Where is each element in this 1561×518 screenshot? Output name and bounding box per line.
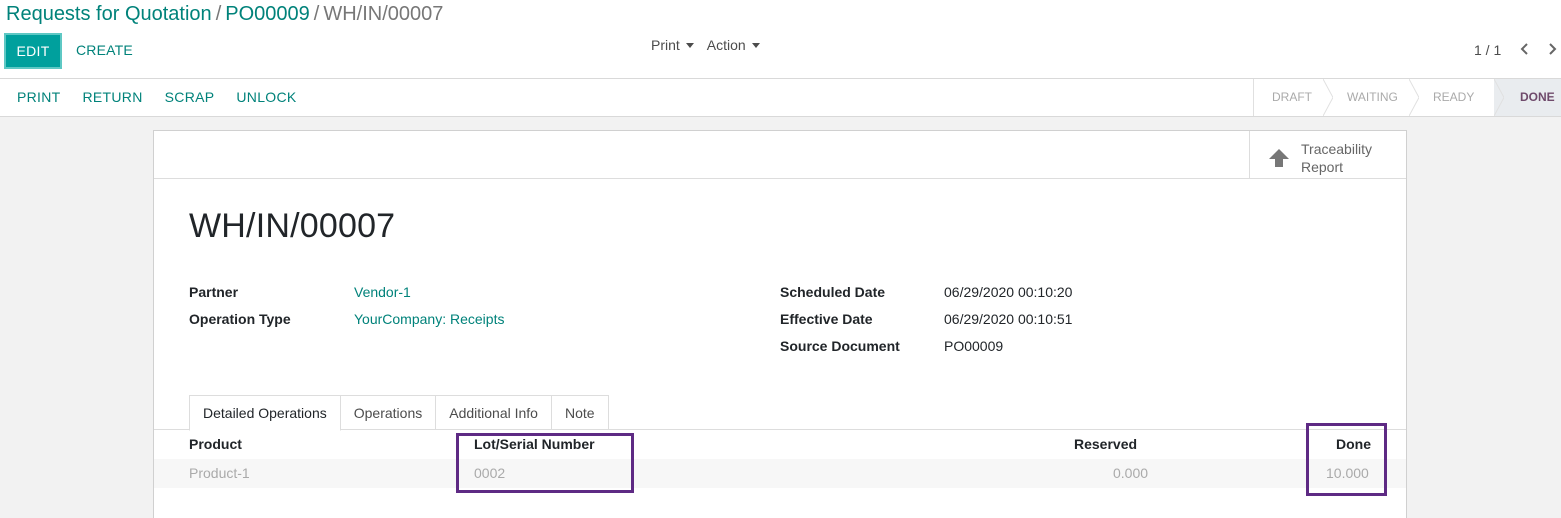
highlight-box-done: [1306, 423, 1387, 496]
statusbar: PRINT RETURN SCRAP UNLOCK DRAFT WAITING REA…: [0, 79, 1561, 117]
cell-reserved: 0.000: [1113, 465, 1149, 481]
print-button[interactable]: PRINT: [17, 89, 61, 105]
stage-bar: DRAFT WAITING READY DONE: [1253, 79, 1561, 116]
chevron-left-icon: [1520, 43, 1528, 55]
breadcrumb-current: WH/IN/00007: [323, 3, 444, 25]
partner-value[interactable]: Vendor-1: [354, 284, 411, 300]
breadcrumb: Requests for Quotation / PO00009/WH/IN/000…: [6, 3, 443, 26]
stage-label: WAITING: [1347, 90, 1398, 104]
tab-detailed-operations[interactable]: Detailed Operations: [189, 395, 341, 431]
stage-ready[interactable]: READY: [1409, 79, 1504, 116]
pager-previous-button[interactable]: [1518, 40, 1532, 58]
breadcrumb-item-rfq[interactable]: Requests for Quotation: [6, 3, 212, 25]
stage-label: DRAFT: [1272, 90, 1312, 104]
stage-done[interactable]: DONE: [1494, 79, 1561, 116]
notebook-tabs: Detailed Operations Operations Additiona…: [189, 395, 609, 431]
cell-product: Product-1: [189, 465, 250, 481]
stage-label: READY: [1433, 90, 1475, 104]
record-title: WH/IN/00007: [189, 207, 396, 245]
scheduled-date-value: 06/29/2020 00:10:20: [944, 284, 1073, 300]
table-row[interactable]: Product-1 0002 0.000 10.000: [154, 459, 1406, 488]
sidebar-menus: Print Action: [651, 37, 773, 53]
edit-button[interactable]: EDIT: [4, 33, 62, 69]
print-menu[interactable]: Print: [651, 37, 694, 53]
operation-type-value[interactable]: YourCompany: Receipts: [354, 311, 504, 327]
effective-date-value: 06/29/2020 00:10:51: [944, 311, 1073, 327]
scrap-button[interactable]: SCRAP: [165, 89, 215, 105]
return-button[interactable]: RETURN: [83, 89, 143, 105]
tab-additional-info[interactable]: Additional Info: [436, 395, 552, 430]
stage-label: DONE: [1520, 90, 1555, 104]
chevron-separator-icon: [1494, 79, 1504, 116]
table-header: Product Lot/Serial Number Reserved Done: [154, 430, 1406, 459]
traceability-label-line2: Report: [1301, 159, 1344, 175]
traceability-label-line1: Traceability: [1301, 141, 1373, 157]
breadcrumb-separator: /: [313, 3, 320, 25]
action-menu-label: Action: [706, 37, 746, 53]
breadcrumb-separator: /: [215, 3, 222, 25]
action-menu[interactable]: Action: [707, 37, 760, 53]
button-box: Traceability Report: [154, 131, 1406, 179]
traceability-report-button[interactable]: Traceability Report: [1249, 131, 1406, 179]
column-header-product[interactable]: Product: [189, 436, 242, 452]
arrow-up-icon: [1269, 149, 1289, 167]
column-header-reserved[interactable]: Reserved: [1074, 436, 1137, 452]
partner-label: Partner: [189, 284, 239, 300]
pager-value[interactable]: 1 / 1: [1474, 42, 1501, 58]
statusbar-buttons: PRINT RETURN SCRAP UNLOCK: [17, 89, 319, 105]
chevron-separator-icon: [1409, 79, 1419, 116]
caret-down-icon: [751, 42, 760, 48]
unlock-button[interactable]: UNLOCK: [236, 89, 296, 105]
form-sheet: Traceability Report WH/IN/00007 Partner …: [153, 130, 1407, 518]
effective-date-label: Effective Date: [780, 311, 873, 327]
create-button[interactable]: CREATE: [76, 42, 133, 58]
print-menu-label: Print: [651, 37, 680, 53]
chevron-right-icon: [1549, 43, 1557, 55]
control-panel: Requests for Quotation / PO00009/WH/IN/000…: [0, 0, 1561, 79]
caret-down-icon: [685, 42, 694, 48]
operation-type-label: Operation Type: [189, 311, 291, 327]
breadcrumb-item-po[interactable]: PO00009: [225, 3, 310, 25]
stage-waiting[interactable]: WAITING: [1323, 79, 1419, 116]
highlight-box-lot-serial: [456, 433, 634, 493]
pager-next-button[interactable]: [1545, 40, 1559, 58]
tab-operations[interactable]: Operations: [340, 395, 437, 430]
scheduled-date-label: Scheduled Date: [780, 284, 886, 300]
source-document-value: PO00009: [944, 338, 1004, 354]
traceability-report-label: Traceability Report: [1301, 140, 1401, 176]
chevron-separator-icon: [1323, 79, 1333, 116]
source-document-label: Source Document: [780, 338, 900, 354]
tab-note[interactable]: Note: [551, 395, 609, 430]
stage-draft[interactable]: DRAFT: [1253, 79, 1333, 116]
